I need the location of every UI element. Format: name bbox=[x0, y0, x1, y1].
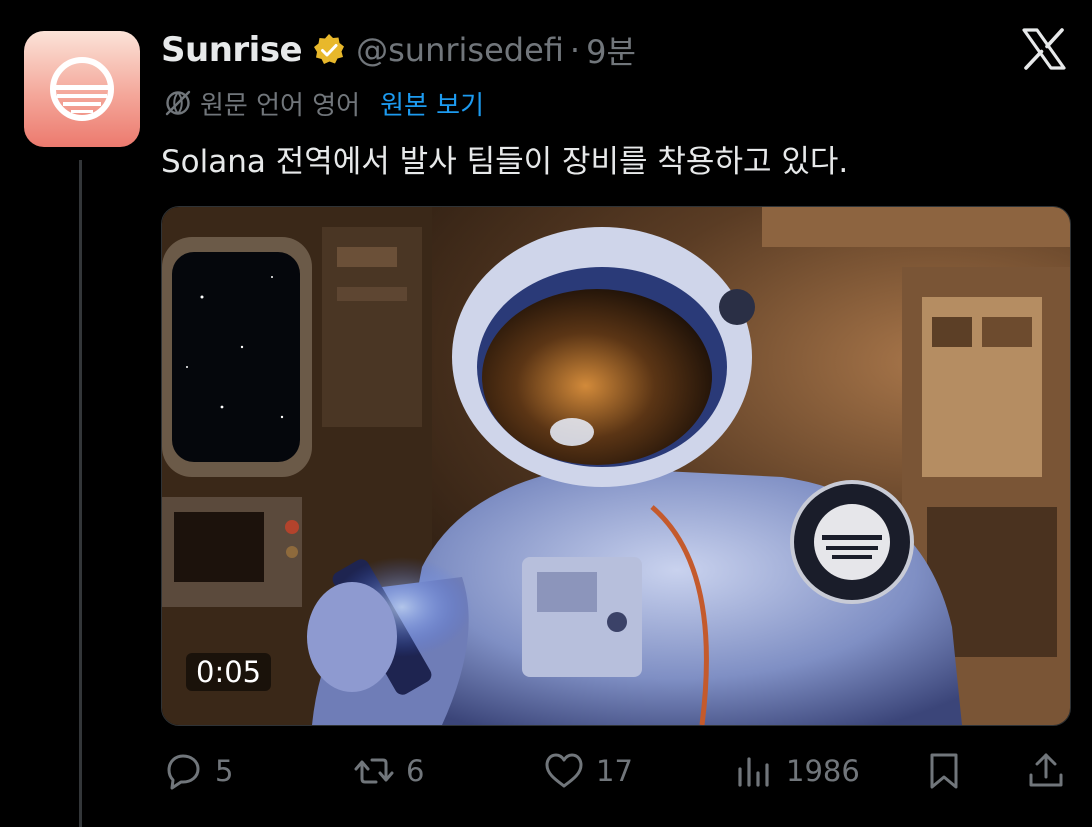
tweet-header: Sunrise @sunrisedefi · 9분 bbox=[161, 24, 636, 76]
video-duration: 0:05 bbox=[186, 653, 272, 691]
avatar[interactable] bbox=[24, 31, 140, 147]
x-logo-icon bbox=[1022, 28, 1066, 70]
video-thumbnail[interactable] bbox=[161, 206, 1071, 726]
separator-dot: · bbox=[569, 31, 581, 69]
reply-icon bbox=[167, 754, 200, 790]
views-icon bbox=[738, 757, 769, 787]
tweet: Sunrise @sunrisedefi · 9분 원문 언어 영어 원본 보기… bbox=[0, 0, 1092, 827]
display-name[interactable]: Sunrise bbox=[161, 30, 303, 70]
handle[interactable]: @sunrisedefi bbox=[356, 31, 564, 69]
like-count: 17 bbox=[596, 754, 633, 788]
astronaut-image bbox=[162, 207, 1070, 725]
view-count: 1986 bbox=[786, 754, 860, 788]
translation-row: 원문 언어 영어 원본 보기 bbox=[164, 82, 484, 124]
source-language-label: 원문 언어 영어 bbox=[200, 90, 361, 121]
show-original-link[interactable]: 원본 보기 bbox=[380, 85, 484, 122]
retweet-button[interactable]: 6 bbox=[352, 744, 424, 798]
share-button[interactable] bbox=[1024, 744, 1068, 798]
action-bar: 5 6 17 1986 bbox=[0, 744, 1092, 798]
sunrise-logo-icon bbox=[50, 57, 114, 121]
share-icon bbox=[1029, 753, 1063, 787]
thread-line bbox=[79, 160, 82, 827]
retweet-icon bbox=[354, 758, 394, 784]
reply-button[interactable]: 5 bbox=[161, 744, 233, 798]
bookmark-button[interactable] bbox=[922, 744, 966, 798]
like-icon bbox=[545, 753, 583, 788]
globe-icon bbox=[164, 89, 192, 117]
timestamp[interactable]: 9분 bbox=[586, 27, 636, 73]
verified-badge-icon bbox=[312, 33, 346, 67]
reply-count: 5 bbox=[215, 754, 234, 788]
views-button[interactable]: 1986 bbox=[732, 744, 860, 798]
retweet-count: 6 bbox=[406, 754, 425, 788]
tweet-text: Solana 전역에서 발사 팀들이 장비를 착용하고 있다. bbox=[161, 144, 849, 180]
bookmark-icon bbox=[930, 753, 958, 789]
like-button[interactable]: 17 bbox=[542, 744, 633, 798]
